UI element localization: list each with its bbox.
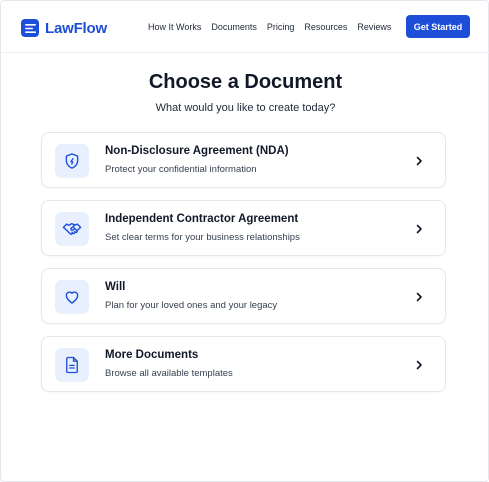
document-icon bbox=[55, 348, 89, 382]
nav-pricing[interactable]: Pricing bbox=[267, 22, 295, 32]
document-card-nda[interactable]: Non-Disclosure Agreement (NDA) Protect y… bbox=[41, 132, 446, 188]
document-card-will[interactable]: Will Plan for your loved ones and your l… bbox=[41, 268, 446, 324]
handshake-icon bbox=[55, 212, 89, 246]
nav-reviews[interactable]: Reviews bbox=[357, 22, 391, 32]
card-title: Will bbox=[105, 281, 126, 293]
card-title: Independent Contractor Agreement bbox=[105, 213, 299, 225]
top-navbar: LawFlow How It Works Documents Pricing R… bbox=[1, 1, 489, 53]
nav-resources[interactable]: Resources bbox=[304, 22, 347, 32]
page-subtitle: What would you like to create today? bbox=[155, 102, 336, 114]
app-frame: LawFlow How It Works Documents Pricing R… bbox=[0, 0, 489, 482]
brand-name: LawFlow bbox=[45, 19, 107, 37]
heart-icon bbox=[55, 280, 89, 314]
chevron-right-icon bbox=[416, 156, 422, 166]
card-description: Plan for your loved ones and your legacy bbox=[105, 300, 278, 311]
page-title: Choose a Document bbox=[148, 71, 343, 93]
card-title: Non-Disclosure Agreement (NDA) bbox=[105, 145, 289, 157]
document-card-contractor[interactable]: Independent Contractor Agreement Set cle… bbox=[41, 200, 446, 256]
card-description: Browse all available templates bbox=[105, 368, 233, 379]
get-started-button[interactable]: Get Started bbox=[406, 15, 470, 38]
chevron-right-icon bbox=[416, 224, 422, 234]
card-title: More Documents bbox=[105, 349, 199, 361]
brand-logo[interactable]: LawFlow bbox=[21, 17, 107, 39]
nav-documents[interactable]: Documents bbox=[211, 22, 257, 32]
card-description: Protect your confidential information bbox=[105, 164, 257, 175]
card-description: Set clear terms for your business relati… bbox=[105, 232, 300, 243]
chevron-right-icon bbox=[416, 360, 422, 370]
nav-how-it-works[interactable]: How It Works bbox=[148, 22, 201, 32]
shield-icon bbox=[55, 144, 89, 178]
menu-lines-icon bbox=[21, 19, 39, 37]
document-card-more[interactable]: More Documents Browse all available temp… bbox=[41, 336, 446, 392]
main-nav: How It Works Documents Pricing Resources… bbox=[148, 22, 391, 32]
chevron-right-icon bbox=[416, 292, 422, 302]
